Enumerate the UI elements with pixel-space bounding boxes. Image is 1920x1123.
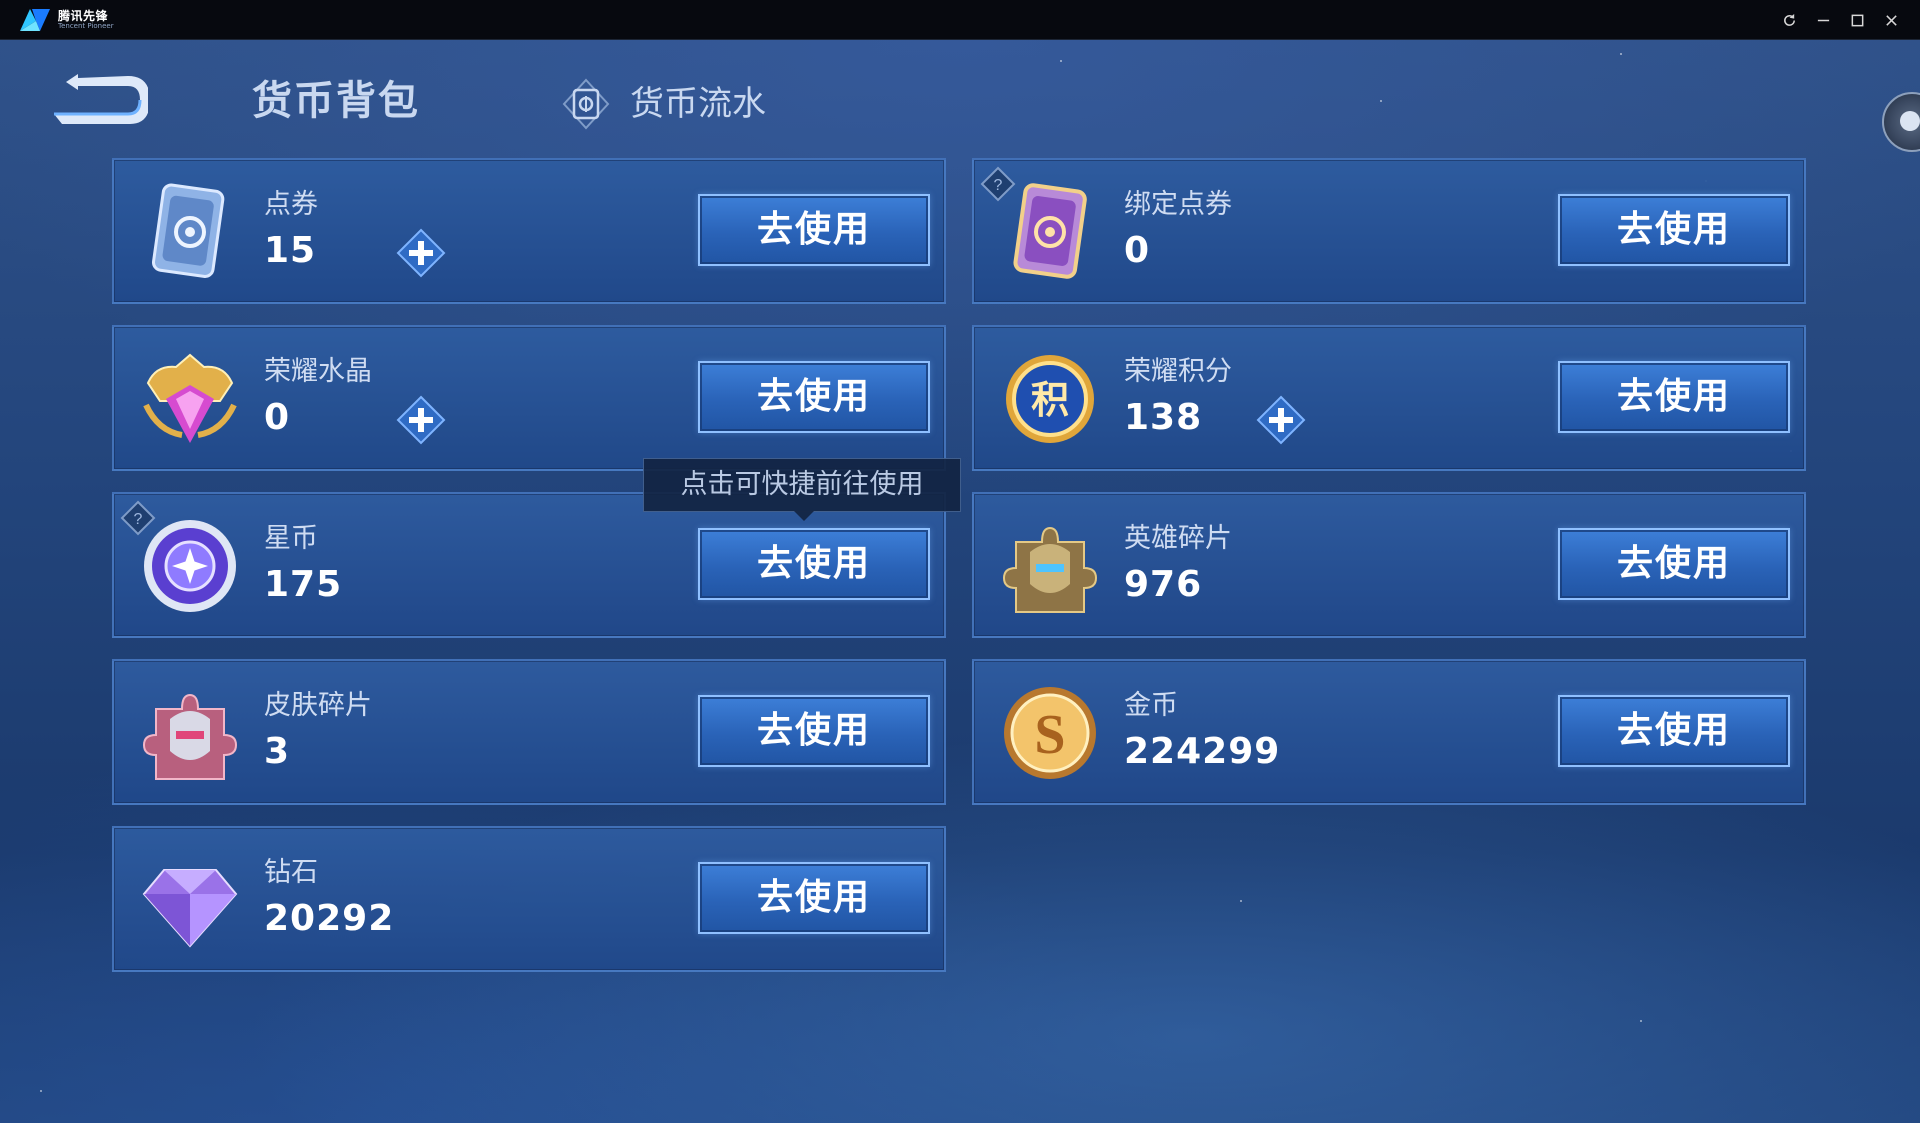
- currency-name: 金币: [1124, 690, 1178, 721]
- currency-amount: 15: [264, 230, 317, 271]
- use-glory-crystal-button[interactable]: 去使用: [698, 361, 930, 433]
- currency-amount: 224299: [1124, 731, 1281, 772]
- tab-currency-flow-label: 货币流水: [630, 84, 766, 124]
- page-title: 货币背包: [252, 78, 420, 124]
- svg-text:积: 积: [1031, 380, 1069, 422]
- use-star-coin-button[interactable]: 去使用: [698, 528, 930, 600]
- currency-name: 绑定点券: [1124, 189, 1232, 220]
- add-glory-crystal-button[interactable]: [396, 395, 446, 445]
- currency-name: 星币: [264, 523, 318, 554]
- star-coin-icon: [136, 512, 244, 620]
- currency-card-gold-coin: S 金币 224299 去使用: [972, 659, 1806, 805]
- refresh-button[interactable]: [1778, 9, 1800, 31]
- add-glory-points-button[interactable]: [1256, 395, 1306, 445]
- currency-amount: 3: [264, 731, 291, 772]
- currency-amount: 0: [1124, 230, 1151, 271]
- quick-use-tooltip: 点击可快捷前往使用: [643, 458, 961, 521]
- currency-amount: 20292: [264, 898, 395, 939]
- currency-name: 点券: [264, 189, 318, 220]
- app-logo: 腾讯先锋 Tencent Pioneer: [18, 6, 114, 34]
- currency-backpack-screen: 货币背包 货币流水 点券 15 去使用 ? 绑定点券 0 去使用 荣耀水晶 0 …: [0, 40, 1920, 1123]
- hero-fragment-icon: [996, 512, 1104, 620]
- close-button[interactable]: [1880, 9, 1902, 31]
- currency-flow-icon: [560, 78, 612, 130]
- add-voucher-button[interactable]: [396, 228, 446, 278]
- currency-name: 皮肤碎片: [264, 690, 372, 721]
- bound-voucher-icon: [996, 178, 1104, 286]
- currency-card-diamond: 钻石 20292 去使用: [112, 826, 946, 972]
- currency-card-hero-fragment: 英雄碎片 976 去使用: [972, 492, 1806, 638]
- minimize-icon: [1817, 19, 1829, 21]
- currency-amount: 138: [1124, 397, 1203, 438]
- use-bound-voucher-button[interactable]: 去使用: [1558, 194, 1790, 266]
- currency-name: 荣耀积分: [1124, 356, 1232, 387]
- back-button[interactable]: [48, 68, 150, 132]
- use-glory-points-button[interactable]: 去使用: [1558, 361, 1790, 433]
- diamond-icon: [136, 846, 244, 954]
- window-controls: [1778, 8, 1902, 32]
- currency-card-voucher: 点券 15 去使用: [112, 158, 946, 304]
- close-icon: [1885, 14, 1897, 26]
- plus-icon: [396, 228, 446, 278]
- svg-text:S: S: [1034, 704, 1065, 766]
- currency-card-glory-crystal: 荣耀水晶 0 去使用: [112, 325, 946, 471]
- currency-card-skin-fragment: 皮肤碎片 3 去使用: [112, 659, 946, 805]
- currency-card-glory-points: 积 荣耀积分 138 去使用: [972, 325, 1806, 471]
- app-name: 腾讯先锋: [58, 8, 109, 23]
- side-drawer-handle[interactable]: [1882, 92, 1920, 152]
- gold-coin-icon: S: [996, 679, 1104, 787]
- glory-points-icon: 积: [996, 345, 1104, 453]
- voucher-icon: [136, 178, 244, 286]
- currency-card-bound-voucher: ? 绑定点券 0 去使用: [972, 158, 1806, 304]
- minimize-button[interactable]: [1812, 9, 1834, 31]
- glory-crystal-icon: [136, 345, 244, 453]
- currency-name: 荣耀水晶: [264, 356, 372, 387]
- back-arrow-icon: [54, 74, 150, 124]
- currency-amount: 976: [1124, 564, 1203, 605]
- use-voucher-button[interactable]: 去使用: [698, 194, 930, 266]
- skin-fragment-icon: [136, 679, 244, 787]
- app-name-sub: Tencent Pioneer: [58, 21, 114, 30]
- plus-icon: [1256, 395, 1306, 445]
- use-skin-fragment-button[interactable]: 去使用: [698, 695, 930, 767]
- maximize-button[interactable]: [1846, 9, 1868, 31]
- use-gold-coin-button[interactable]: 去使用: [1558, 695, 1790, 767]
- refresh-icon: [1783, 13, 1795, 26]
- use-hero-fragment-button[interactable]: 去使用: [1558, 528, 1790, 600]
- currency-card-star-coin: ? 星币 175 去使用: [112, 492, 946, 638]
- currency-name: 英雄碎片: [1124, 523, 1232, 554]
- maximize-icon: [1851, 14, 1863, 26]
- currency-name: 钻石: [264, 857, 318, 888]
- plus-icon: [396, 395, 446, 445]
- tab-currency-flow[interactable]: 货币流水: [560, 76, 766, 132]
- use-diamond-button[interactable]: 去使用: [698, 862, 930, 934]
- currency-amount: 175: [264, 564, 343, 605]
- currency-amount: 0: [264, 397, 291, 438]
- window-titlebar: 腾讯先锋 Tencent Pioneer: [0, 0, 1920, 40]
- app-logo-icon: [20, 9, 50, 31]
